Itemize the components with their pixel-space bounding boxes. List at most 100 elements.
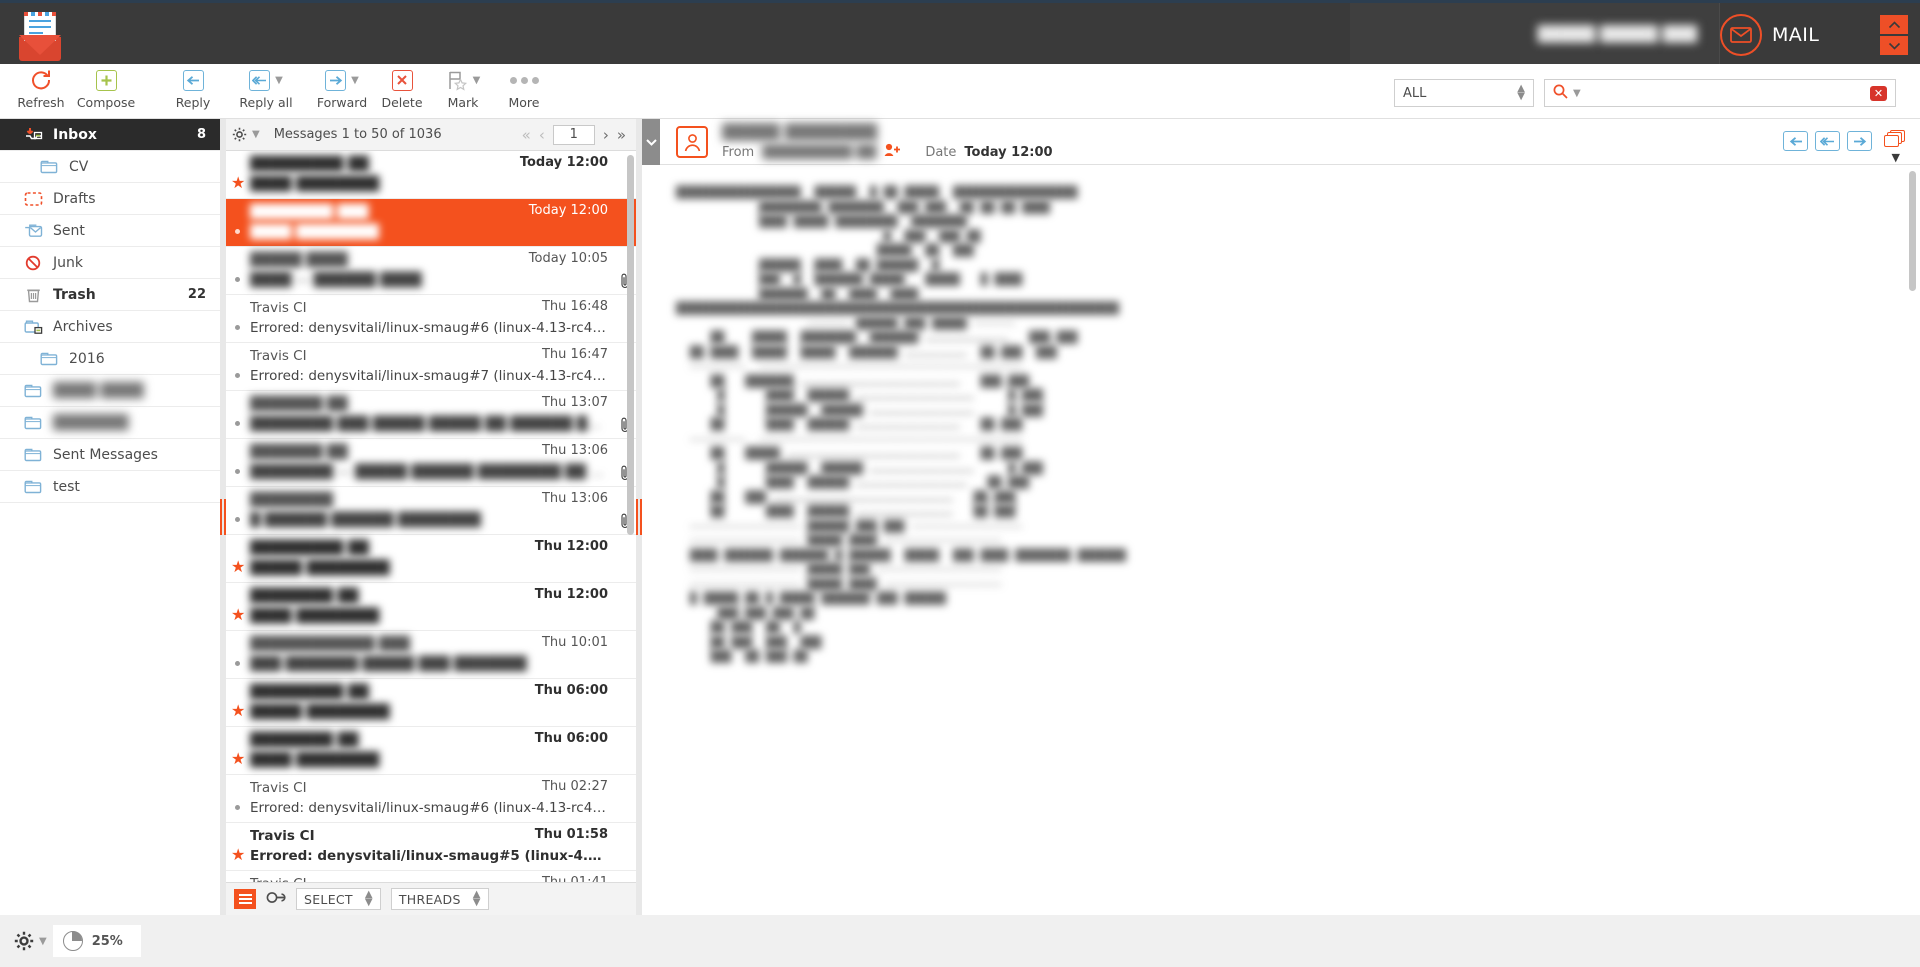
star-flag-icon[interactable]: ★	[231, 703, 245, 719]
star-flag-icon[interactable]: ★	[231, 847, 245, 863]
chevron-down-icon[interactable]: ▼	[275, 75, 283, 86]
list-mode-icon[interactable]	[234, 889, 256, 909]
message-row[interactable]: ★████████ ██████ ████████Thu 12:00	[226, 583, 636, 631]
message-subject: ████████ ███ █████ █████ ██ ██████ █████…	[250, 415, 608, 435]
chevron-down-icon[interactable]: ▼	[39, 936, 47, 947]
chevron-down-icon[interactable]: ▼	[252, 129, 260, 140]
reply-button[interactable]	[1783, 131, 1808, 151]
chevron-down-icon[interactable]: ▼	[351, 75, 359, 86]
message-subject: █████ ████████	[722, 123, 877, 141]
delete-button[interactable]: Delete	[370, 67, 434, 110]
message-preview-panel: █████ ████████ From █████████ ██ Date To…	[642, 119, 1920, 967]
message-row[interactable]: ★█████████ ███████ ████████Thu 12:00	[226, 535, 636, 583]
message-body-line: █ █████ ██ █ █████ ███████ ███ ██████	[676, 591, 1866, 606]
unread-dot-icon[interactable]	[235, 661, 240, 666]
sidebar-item-sent[interactable]: Sent	[0, 215, 220, 247]
folder-icon	[24, 383, 43, 399]
contact-avatar-icon[interactable]	[676, 126, 708, 158]
reply-all-button[interactable]: ▼ Reply all	[224, 67, 308, 110]
select-dropdown[interactable]: SELECT ▲▼	[296, 888, 381, 910]
compose-label: Compose	[70, 95, 142, 110]
star-flag-icon[interactable]: ★	[231, 607, 245, 623]
message-date: Today 10:05	[529, 251, 608, 266]
unread-dot-icon[interactable]	[235, 517, 240, 522]
message-row[interactable]: Travis CIErrored: denysvitali/linux-smau…	[226, 871, 636, 882]
refresh-button[interactable]: Refresh	[10, 67, 72, 110]
preview-scrollbar[interactable]	[1909, 171, 1916, 291]
sidebar-item-archives[interactable]: Archives	[0, 311, 220, 343]
chevron-down-icon[interactable]: ▼	[473, 75, 481, 86]
message-row[interactable]: Travis CIErrored: denysvitali/linux-smau…	[226, 343, 636, 391]
unread-dot-icon[interactable]	[235, 469, 240, 474]
first-page-button[interactable]: «	[518, 126, 535, 144]
star-flag-icon[interactable]: ★	[231, 175, 245, 191]
clear-x-icon[interactable]: ✕	[1870, 86, 1887, 101]
star-flag-icon[interactable]: ★	[231, 751, 245, 767]
sidebar-item-test[interactable]: test	[0, 471, 220, 503]
message-row[interactable]: ★Travis CIErrored: denysvitali/linux-sma…	[226, 823, 636, 871]
unread-dot-icon[interactable]	[235, 805, 240, 810]
search-input[interactable]: ▼ ✕	[1544, 79, 1896, 107]
unread-dot-icon[interactable]	[235, 325, 240, 330]
prev-page-button[interactable]: ‹	[535, 126, 549, 144]
unread-dot-icon[interactable]	[235, 373, 240, 378]
sidebar-item-trash[interactable]: Trash22	[0, 279, 220, 311]
scroll-up-button[interactable]	[1880, 15, 1908, 34]
sidebar-item-inbox[interactable]: Inbox8	[0, 119, 220, 151]
sidebar-item-junk[interactable]: Junk	[0, 247, 220, 279]
scroll-down-button[interactable]	[1880, 36, 1908, 55]
list-options-gear-icon[interactable]: ▼	[232, 127, 260, 142]
from-label: From	[722, 145, 754, 160]
more-button[interactable]: More	[488, 67, 560, 110]
sidebar-item-cv[interactable]: CV	[0, 151, 220, 183]
user-account-chip[interactable]: █████ █████ ███	[1350, 3, 1720, 67]
message-row[interactable]: ████████████ ██████ ███████ █████ ███ ██…	[226, 631, 636, 679]
gear-icon[interactable]: ▼	[14, 931, 47, 951]
header-scroll-buttons[interactable]	[1880, 15, 1908, 55]
sidebar-item-drafts[interactable]: Drafts	[0, 183, 220, 215]
quota-indicator[interactable]: 25%	[53, 925, 141, 957]
message-date: Thu 01:41	[542, 875, 608, 882]
chevron-down-icon[interactable]: ▼	[1573, 88, 1581, 99]
sidebar-item--[interactable]: ███████	[0, 407, 220, 439]
message-row[interactable]: Travis CIErrored: denysvitali/linux-smau…	[226, 775, 636, 823]
message-row[interactable]: ★█████████ ███████ ████████Thu 06:00	[226, 679, 636, 727]
forward-button[interactable]	[1847, 131, 1872, 151]
unread-dot-icon[interactable]	[235, 277, 240, 282]
search-scope-select[interactable]: ALL ▲▼	[1394, 79, 1534, 107]
message-date: Thu 02:27	[542, 779, 608, 794]
folder-sidebar: Inbox8CVDraftsSentJunkTrash22Archives201…	[0, 119, 220, 915]
sidebar-item--[interactable]: ████ ████	[0, 375, 220, 407]
unread-dot-icon[interactable]	[235, 229, 240, 234]
message-row[interactable]: █████ ████████ — ██████ ████Today 10:05	[226, 247, 636, 295]
threads-dropdown[interactable]: THREADS ▲▼	[391, 888, 489, 910]
last-page-button[interactable]: »	[613, 126, 630, 144]
compose-button[interactable]: Compose	[70, 67, 142, 110]
message-row[interactable]: █████████ ██████ ██████ ████████Thu 13:0…	[226, 487, 636, 535]
reply-button[interactable]: Reply	[162, 67, 224, 110]
message-list-scrollbar[interactable]	[627, 155, 634, 535]
thread-link-icon[interactable]	[266, 891, 286, 908]
preview-collapse-button[interactable]	[642, 119, 660, 165]
sidebar-item-sent-messages[interactable]: Sent Messages	[0, 439, 220, 471]
add-contact-icon[interactable]	[884, 143, 901, 161]
search-magnifier-icon[interactable]	[1553, 84, 1568, 103]
message-row[interactable]: ★████████ ██████ ████████Thu 06:00	[226, 727, 636, 775]
message-row[interactable]: Travis CIErrored: denysvitali/linux-smau…	[226, 295, 636, 343]
chevron-down-icon[interactable]: ▼	[1892, 151, 1900, 164]
sidebar-item-2016[interactable]: 2016	[0, 343, 220, 375]
message-row[interactable]: ████████ ███████ ████████Today 12:00	[226, 199, 636, 247]
message-row[interactable]: ███████ ██████████ — █████ ██████ ██████…	[226, 439, 636, 487]
star-flag-icon[interactable]: ★	[231, 559, 245, 575]
message-rows: ★█████████ ██████ ████████Today 12:00███…	[226, 151, 636, 882]
archive-icon	[24, 319, 43, 335]
message-row[interactable]: ★█████████ ██████ ████████Today 12:00	[226, 151, 636, 199]
message-row[interactable]: ███████ ██████████ ███ █████ █████ ██ ██…	[226, 391, 636, 439]
message-subject: ████ ████████	[250, 751, 608, 771]
unread-dot-icon[interactable]	[235, 421, 240, 426]
app-logo[interactable]	[10, 9, 70, 61]
page-number-input[interactable]: 1	[553, 125, 595, 145]
next-page-button[interactable]: ›	[599, 126, 613, 144]
extwin-stack-icon[interactable]	[1884, 130, 1906, 148]
reply-all-button[interactable]	[1815, 131, 1840, 151]
